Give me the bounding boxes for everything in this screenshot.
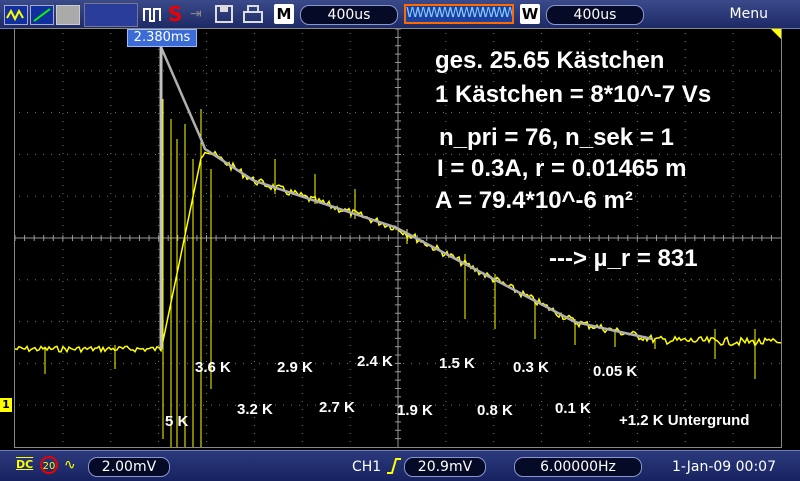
label-2-9k: 2.9 K: [277, 359, 313, 376]
bandwidth-limit-icon[interactable]: 20: [40, 456, 58, 474]
rising-edge-icon: [386, 457, 402, 479]
grid-icon[interactable]: [56, 5, 80, 25]
wave-view-box[interactable]: WWWWWWWWWW: [404, 4, 514, 24]
wave-view-label: WWWWWWWWWW: [406, 6, 512, 21]
label-1-5k: 1.5 K: [439, 355, 475, 372]
annotation-line3: n_pri = 76, n_sek = 1: [439, 124, 674, 151]
scope-display: 2.380ms ges. 25.65 Kästchen 1 Kästchen =…: [14, 28, 782, 448]
m-marker[interactable]: M: [274, 4, 294, 24]
pulse-icon[interactable]: [142, 5, 164, 27]
annotation-line2: 1 Kästchen = 8*10^-7 Vs: [435, 81, 712, 108]
w-marker[interactable]: W: [520, 4, 540, 24]
save-icon[interactable]: [214, 4, 234, 28]
menu-button[interactable]: Menu: [730, 6, 768, 22]
m-timebase[interactable]: 400us: [300, 5, 398, 25]
stop-s-icon[interactable]: S: [168, 2, 182, 26]
annotation-line5: A = 79.4*10^-6 m²: [435, 187, 633, 214]
trigger-channel[interactable]: CH1: [352, 459, 381, 475]
corner-triangle: [771, 29, 781, 39]
cursor-readout: 2.380ms: [127, 29, 197, 47]
annotation-line1: ges. 25.65 Kästchen: [435, 47, 665, 74]
annotation-result: ---> µ_r = 831: [549, 245, 698, 272]
label-0-8k: 0.8 K: [477, 402, 513, 419]
label-0-05k: 0.05 K: [593, 363, 638, 380]
label-0-1k: 0.1 K: [555, 400, 591, 417]
ch1-scale[interactable]: 2.00mV: [88, 457, 170, 477]
status-bar: DC 20 ∿ 2.00mV CH1 20.9mV 6.00000Hz 1-Ja…: [0, 450, 800, 481]
label-3-2k: 3.2 K: [237, 401, 273, 418]
frequency-readout: 6.00000Hz: [514, 457, 642, 477]
label-background: +1.2 K Untergrund: [619, 412, 750, 429]
label-2-4k: 2.4 K: [357, 353, 393, 370]
datetime: 1-Jan-09 00:07: [672, 459, 776, 475]
w-timebase[interactable]: 400us: [546, 5, 644, 25]
blank-box: [84, 3, 138, 27]
label-5k: 5 K: [165, 413, 189, 430]
label-3-6k: 3.6 K: [195, 359, 231, 376]
invert-icon[interactable]: ∿: [64, 457, 76, 473]
slope-icon[interactable]: [30, 5, 54, 25]
label-1-9k: 1.9 K: [397, 402, 433, 419]
annotation-line4: I = 0.3A, r = 0.01465 m: [437, 155, 687, 182]
top-toolbar: S ⇥ M 400us WWWWWWWWWW W 400us Menu: [0, 0, 800, 29]
label-2-7k: 2.7 K: [319, 399, 355, 416]
print-icon[interactable]: [242, 4, 264, 28]
coupling-indicator[interactable]: DC: [16, 458, 33, 471]
wave-run-icon[interactable]: [4, 5, 28, 25]
label-0-3k: 0.3 K: [513, 359, 549, 376]
trigger-level[interactable]: 20.9mV: [404, 457, 486, 477]
channel1-marker[interactable]: 1: [0, 398, 12, 412]
usb-icon[interactable]: ⇥: [190, 6, 202, 22]
